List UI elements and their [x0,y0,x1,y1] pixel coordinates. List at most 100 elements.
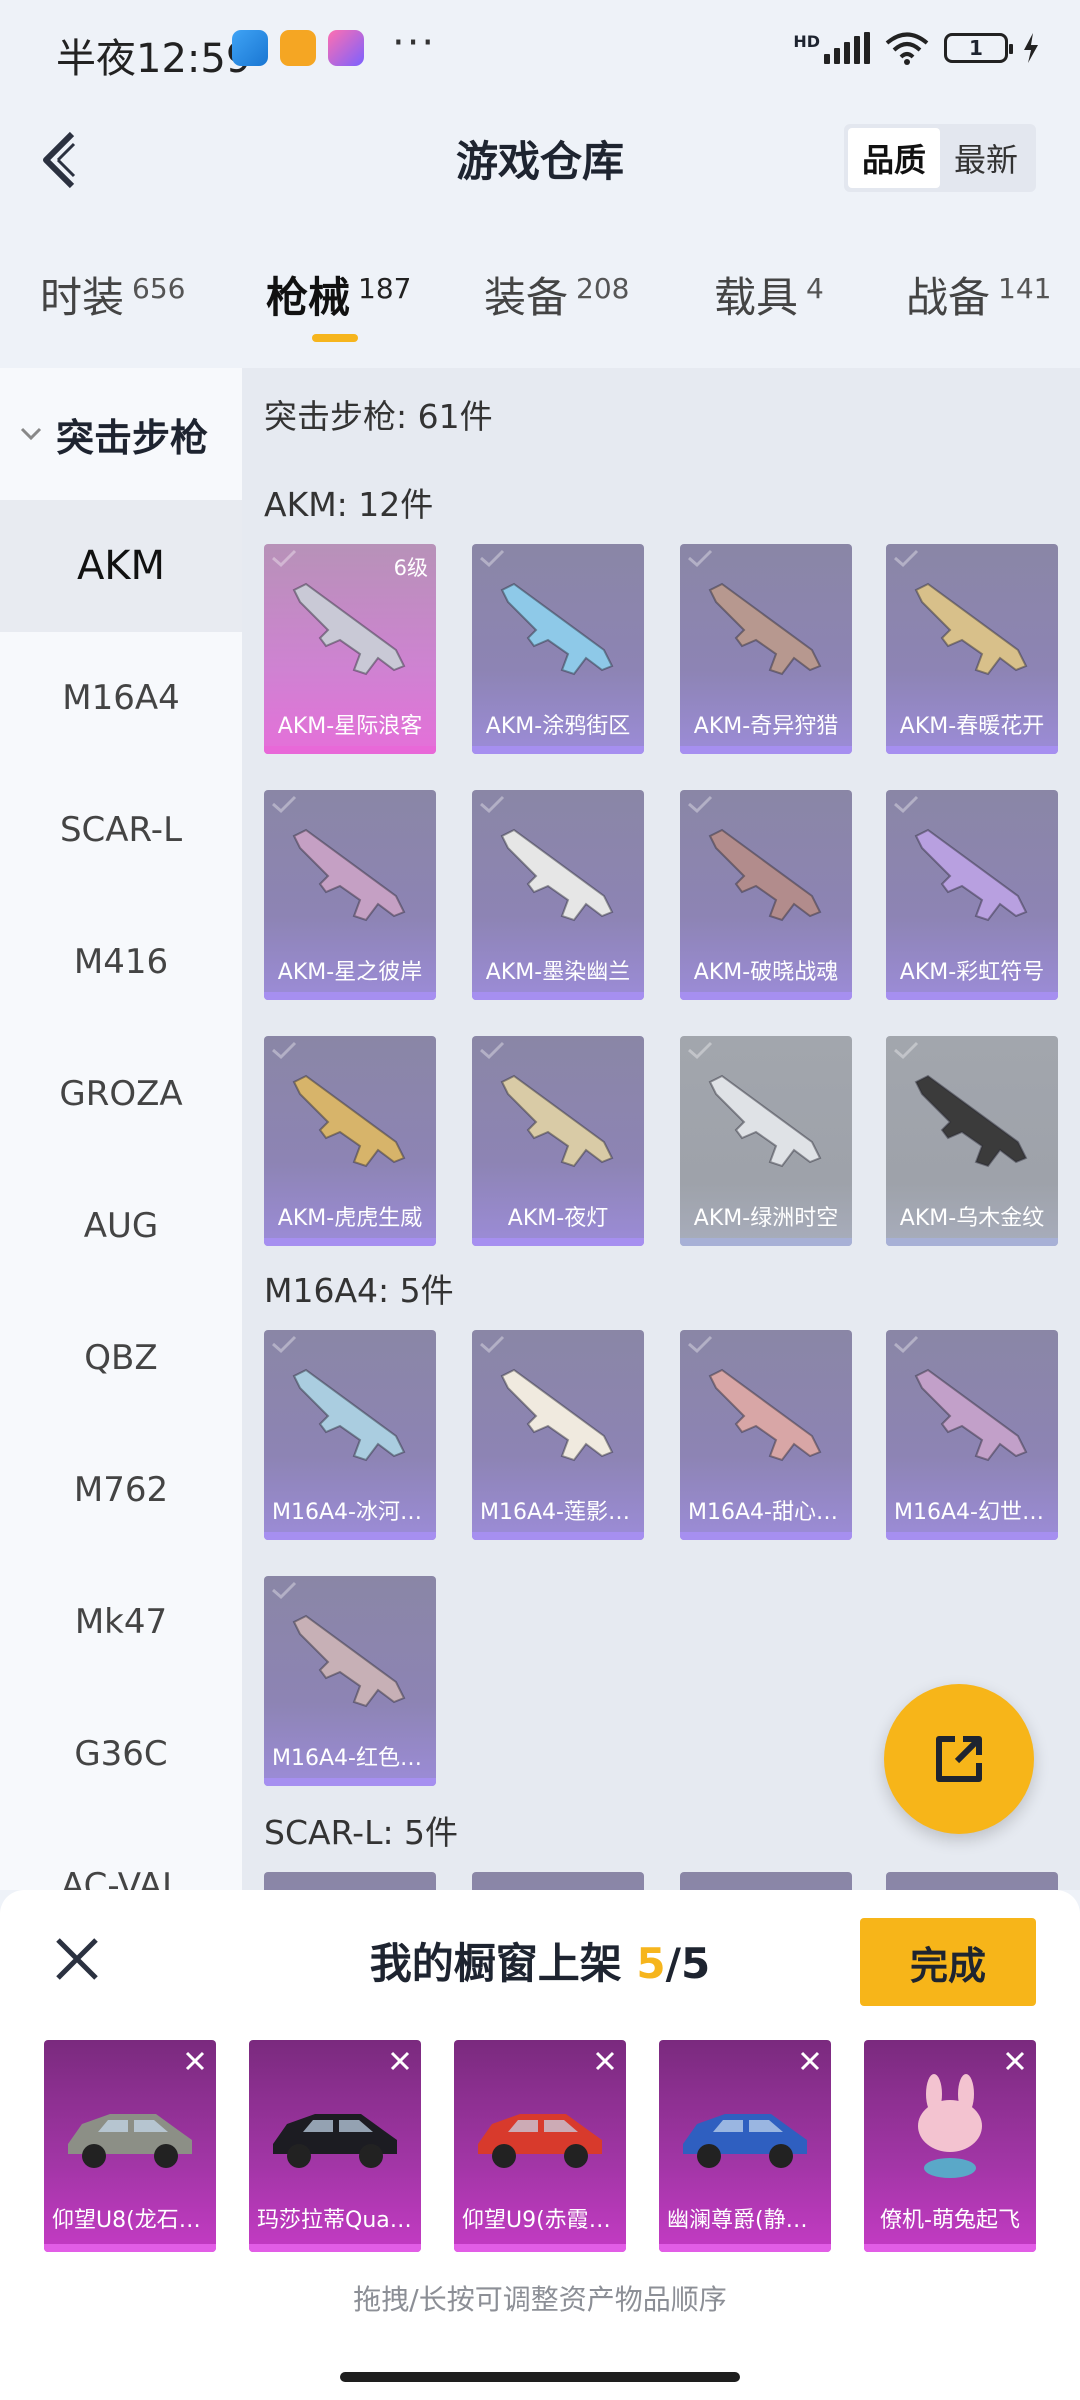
sort-toggle: 品质 最新 [844,124,1036,192]
showcase-slot-yangwang-u9[interactable]: 仰望U9(赤霞红) [454,2040,626,2252]
showcase-item-name: 仰望U8(龙石灰) [52,2208,210,2233]
rifle-icon [500,582,614,676]
sort-option-quality[interactable]: 品质 [848,128,940,188]
weapon-card[interactable]: AKM-彩虹符号 [886,790,1058,1000]
showcase-slot-youlan[interactable]: 幽澜尊爵(静谧蓝) [659,2040,831,2252]
rifle-icon [500,1074,614,1168]
weapon-card[interactable]: AKM-夜灯 [472,1036,644,1246]
car-icon [683,2114,807,2168]
tab-equipment[interactable]: 装备 208 [484,264,629,325]
share-button[interactable] [884,1684,1034,1834]
external-link-icon [936,1736,982,1782]
sidebar-item-ac-val[interactable]: AC-VAL [0,1820,242,1890]
bunny-drone-icon [918,2074,982,2178]
status-bar: 半夜12:59 ··· HD 1 [0,0,1080,100]
sidebar-item-m16a4[interactable]: M16A4 [0,632,242,764]
group-header-akm: AKM: 12件 [264,485,434,524]
check-icon [894,795,919,814]
rarity-bar [264,1238,436,1246]
sort-option-newest[interactable]: 最新 [940,128,1032,188]
showcase-item-name: 幽澜尊爵(静谧蓝) [667,2208,831,2233]
weapon-card[interactable]: AKM-奇异狩猎 [680,544,852,754]
sidebar-item-akm[interactable]: AKM [0,500,242,632]
sidebar-item-aug[interactable]: AUG [0,1160,242,1292]
charging-icon [1024,33,1038,63]
showcase-slot-yangwang-u8[interactable]: 仰望U8(龙石灰) [44,2040,216,2252]
sidebar-item-scar-l[interactable]: SCAR-L [0,764,242,896]
tab-supplies[interactable]: 战备 141 [906,264,1051,325]
rifle-icon [914,1368,1028,1462]
weapon-card-scar-l-partial[interactable] [680,1872,852,1890]
chevron-down-icon [20,427,42,441]
car-icon [273,2114,397,2168]
rifle-icon [708,582,822,676]
weapon-card[interactable]: AKM-春暖花开 [886,544,1058,754]
weapon-card[interactable]: AKM-破晓战魂 [680,790,852,1000]
rarity-bar [886,1238,1058,1246]
home-indicator[interactable] [340,2372,740,2382]
remove-icon[interactable] [1000,2046,1030,2076]
done-button[interactable]: 完成 [860,1918,1036,2006]
rifle-icon [500,1368,614,1462]
weapon-name: AKM-夜灯 [507,1206,609,1231]
weapon-card[interactable]: M16A4-红色警戒 [264,1576,436,1786]
showcase-item-name: 仰望U9(赤霞红) [462,2208,620,2233]
weapon-card[interactable]: M16A4-幻世迷踪 [886,1330,1058,1540]
check-icon [272,1041,297,1060]
battery-icon: 1 [944,33,1013,63]
rarity-bar [472,746,644,754]
tab-fashion[interactable]: 时装 656 [40,264,185,325]
check-icon [272,549,297,568]
status-time: 半夜12:59 [56,36,252,82]
game-app-icon [328,30,364,66]
rarity-bar [472,1532,644,1540]
rarity-bar [864,2244,1036,2252]
sidebar-category-assault-rifle[interactable]: 突击步枪 [0,368,242,500]
check-icon [688,1335,713,1354]
sidebar-item-m762[interactable]: M762 [0,1424,242,1556]
weapon-card[interactable]: AKM-乌木金纹 [886,1036,1058,1246]
weapon-card-scar-l-partial[interactable] [472,1872,644,1890]
rarity-bar [249,2244,421,2252]
weapon-card[interactable]: AKM-虎虎生威 [264,1036,436,1246]
showcase-slot-maserati[interactable]: 玛莎拉蒂Quattroporte [249,2040,421,2252]
sidebar-item-groza[interactable]: GROZA [0,1028,242,1160]
car-icon [68,2114,192,2168]
weapon-sidebar: 突击步枪 AKM M16A4 SCAR-L M416 GROZA AUG QBZ… [0,368,242,1890]
rifle-icon [500,828,614,922]
remove-icon[interactable] [385,2046,415,2076]
check-icon [480,1041,505,1060]
sidebar-item-qbz[interactable]: QBZ [0,1292,242,1424]
check-icon [894,549,919,568]
weapon-card[interactable]: M16A4-莲影流光 [472,1330,644,1540]
weapon-card-scar-l-partial[interactable] [264,1872,436,1890]
rifle-icon [292,1074,406,1168]
weapon-card[interactable]: M16A4-冰河世纪 [264,1330,436,1540]
rarity-bar [680,1532,852,1540]
showcase-slot-bunny-drone[interactable]: 僚机-萌兔起飞 [864,2040,1036,2252]
weapon-card[interactable]: AKM-涂鸦街区 [472,544,644,754]
sidebar-item-m416[interactable]: M416 [0,896,242,1028]
weapon-card-scar-l-partial[interactable] [886,1872,1058,1890]
rifle-icon [292,828,406,922]
weapon-card[interactable]: AKM-星之彼岸 [264,790,436,1000]
sidebar-item-mk47[interactable]: Mk47 [0,1556,242,1688]
weapon-name: M16A4-幻世迷踪 [894,1500,1058,1525]
sidebar-item-g36c[interactable]: G36C [0,1688,242,1820]
showcase-slots: 仰望U8(龙石灰) 玛莎拉蒂Quattroporte 仰望U9(赤霞红) 幽澜尊爵(静… [44,2040,1036,2252]
remove-icon[interactable] [795,2046,825,2076]
tab-guns[interactable]: 枪械 187 [266,264,411,325]
check-icon [272,795,297,814]
showcase-item-name: 僚机-萌兔起飞 [880,2208,1020,2233]
group-header-scar-l: SCAR-L: 5件 [264,1813,459,1852]
weapon-name: AKM-彩虹符号 [899,960,1045,985]
tab-vehicles[interactable]: 载具 4 [714,264,824,325]
remove-icon[interactable] [180,2046,210,2076]
weapon-card[interactable]: AKM-绿洲时空 [680,1036,852,1246]
weapon-card[interactable]: AKM-墨染幽兰 [472,790,644,1000]
weapon-card[interactable]: 6级 AKM-星际浪客 [264,544,436,754]
check-icon [894,1041,919,1060]
rifle-icon [708,1074,822,1168]
remove-icon[interactable] [590,2046,620,2076]
weapon-card[interactable]: M16A4-甜心派对 [680,1330,852,1540]
